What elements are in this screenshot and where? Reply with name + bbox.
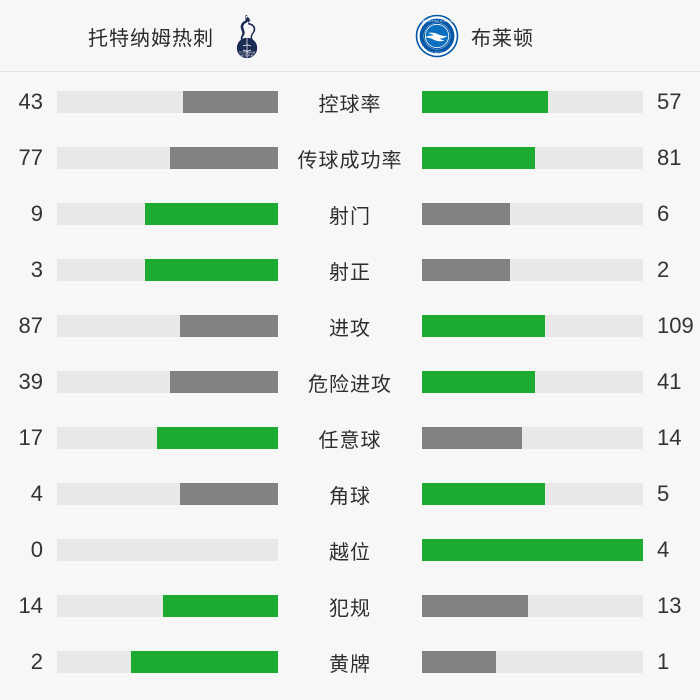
away-bar-track: [422, 595, 643, 617]
tottenham-cockerel-crest-icon: TOTTENHAM HOTSPUR: [236, 15, 258, 59]
home-bar-track: [57, 651, 278, 673]
away-bar-fill: [422, 147, 536, 169]
away-bar-track: [422, 371, 643, 393]
away-bar-track: [422, 203, 643, 225]
away-bar-fill: [422, 371, 536, 393]
home-value: 43: [18, 89, 43, 114]
match-stats-panel: 托特纳姆热刺 TOTTENHAM HOTSPUR BRIGHTON & HOVE…: [0, 0, 700, 700]
away-bar-track: [422, 259, 643, 281]
away-bar-track: [422, 427, 643, 449]
brighton-seagull-crest-icon: BRIGHTON & HOVE ALBION: [415, 14, 459, 58]
away-bar-fill: [422, 483, 545, 505]
away-team-name: 布莱顿: [471, 27, 534, 50]
home-bar-fill: [163, 595, 278, 617]
stat-row: 43 控球率 57: [0, 74, 700, 130]
home-bar-track: [57, 595, 278, 617]
away-bar-fill: [422, 651, 496, 673]
away-value: 13: [657, 593, 682, 618]
home-bar-fill: [179, 315, 278, 337]
home-bar-track: [57, 315, 278, 337]
home-bar-track: [57, 203, 278, 225]
away-bar-fill: [422, 91, 548, 113]
home-value: 0: [30, 537, 43, 562]
home-team-name: 托特纳姆热刺: [88, 27, 214, 50]
stat-row: 39 危险进攻 41: [0, 354, 700, 410]
stat-row: 14 犯规 13: [0, 578, 700, 634]
away-value: 1: [657, 649, 670, 674]
away-bar-fill: [422, 315, 545, 337]
home-bar-fill: [130, 651, 278, 673]
stat-row: 3 射正 2: [0, 242, 700, 298]
away-bar-fill: [422, 427, 522, 449]
stat-row: 17 任意球 14: [0, 410, 700, 466]
stat-rows: 43 控球率 57 77 传球成功率 81 9 射门 6 3 射正 2 87 进攻 109 39 危险进攻 41 1…: [0, 72, 700, 690]
away-value: 4: [657, 537, 670, 562]
away-value: 57: [657, 89, 682, 114]
away-bar-fill: [422, 539, 643, 561]
stat-row: 87 进攻 109: [0, 298, 700, 354]
away-value: 14: [657, 425, 682, 450]
stat-row: 4 角球 5: [0, 466, 700, 522]
away-bar-track: [422, 91, 643, 113]
away-value: 6: [657, 201, 670, 226]
home-bar-fill: [145, 259, 278, 281]
away-value: 109: [657, 313, 694, 338]
away-value: 81: [657, 145, 682, 170]
svg-text:HOTSPUR: HOTSPUR: [241, 54, 254, 58]
home-bar-fill: [145, 203, 278, 225]
away-team-header: BRIGHTON & HOVE ALBION 布莱顿: [415, 0, 534, 72]
away-value: 41: [657, 369, 682, 394]
home-bar-fill: [182, 91, 278, 113]
home-bar-track: [57, 147, 278, 169]
away-bar-track: [422, 483, 643, 505]
away-bar-track: [422, 539, 643, 561]
away-bar-track: [422, 651, 643, 673]
home-value: 87: [18, 313, 43, 338]
home-value: 2: [30, 649, 43, 674]
svg-text:BRIGHTON & HOVE: BRIGHTON & HOVE: [421, 19, 454, 23]
home-value: 77: [18, 145, 43, 170]
home-bar-track: [57, 91, 278, 113]
stat-row: 9 射门 6: [0, 186, 700, 242]
svg-text:ALBION: ALBION: [430, 50, 444, 54]
home-team-header: 托特纳姆热刺 TOTTENHAM HOTSPUR: [88, 0, 268, 72]
home-bar-track: [57, 259, 278, 281]
home-bar-fill: [170, 147, 278, 169]
home-value: 14: [18, 593, 43, 618]
home-value: 9: [30, 201, 43, 226]
home-value: 17: [18, 425, 43, 450]
home-bar-fill: [156, 427, 278, 449]
away-value: 2: [657, 257, 670, 282]
home-value: 3: [30, 257, 43, 282]
home-value: 4: [30, 481, 43, 506]
home-value: 39: [18, 369, 43, 394]
home-bar-track: [57, 371, 278, 393]
away-bar-fill: [422, 595, 529, 617]
home-bar-track: [57, 427, 278, 449]
home-bar-track: [57, 483, 278, 505]
match-header: 托特纳姆热刺 TOTTENHAM HOTSPUR BRIGHTON & HOVE…: [0, 0, 700, 72]
stat-row: 77 传球成功率 81: [0, 130, 700, 186]
home-bar-fill: [179, 483, 278, 505]
stat-row: 2 黄牌 1: [0, 634, 700, 690]
home-bar-track: [57, 539, 278, 561]
away-bar-track: [422, 147, 643, 169]
away-bar-fill: [422, 203, 511, 225]
away-value: 5: [657, 481, 670, 506]
stat-row: 0 越位 4: [0, 522, 700, 578]
away-bar-track: [422, 315, 643, 337]
home-bar-fill: [170, 371, 278, 393]
away-bar-fill: [422, 259, 511, 281]
